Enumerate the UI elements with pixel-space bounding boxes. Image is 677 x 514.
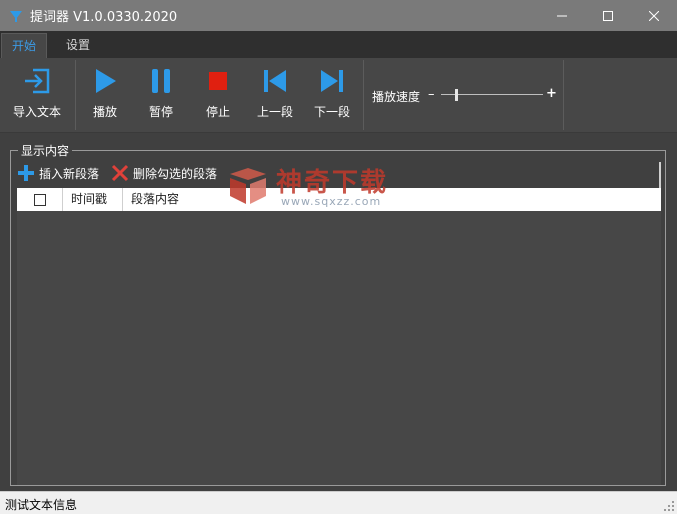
select-all-checkbox[interactable] xyxy=(33,193,46,206)
import-text-button[interactable]: 导入文本 xyxy=(8,58,66,130)
stop-button[interactable]: 停止 xyxy=(195,58,241,130)
toolbar: 导入文本 播放 暂停 停止 上一段 下一段 播放速度 – + xyxy=(0,58,677,133)
stop-label: 停止 xyxy=(205,105,230,119)
select-all-cell xyxy=(17,188,63,211)
pause-label: 暂停 xyxy=(148,105,173,119)
app-logo-icon xyxy=(10,10,22,22)
next-segment-button[interactable]: 下一段 xyxy=(309,58,355,130)
toolbar-divider xyxy=(563,60,564,130)
insert-paragraph-label: 插入新段落 xyxy=(39,166,100,181)
next-segment-label: 下一段 xyxy=(313,105,350,119)
maximize-icon xyxy=(603,10,613,21)
pause-icon xyxy=(152,69,170,93)
playback-speed-label: 播放速度 xyxy=(372,90,421,104)
column-header-timestamp[interactable]: 时间戳 xyxy=(63,188,123,211)
skip-previous-icon xyxy=(264,70,286,92)
close-icon xyxy=(649,10,659,21)
speed-decrease-button[interactable]: – xyxy=(428,87,435,102)
playback-speed-slider[interactable] xyxy=(441,89,543,101)
tab-settings[interactable]: 设置 xyxy=(56,33,100,58)
plus-icon xyxy=(18,165,34,181)
resize-grip-icon[interactable] xyxy=(664,501,674,511)
play-label: 播放 xyxy=(92,105,117,119)
status-bar: 测试文本信息 xyxy=(0,491,677,514)
close-button[interactable] xyxy=(631,0,677,31)
play-button[interactable]: 播放 xyxy=(82,58,128,130)
window-title: 提词器 V1.0.0330.2020 xyxy=(30,10,178,25)
minimize-icon xyxy=(557,15,567,16)
display-content-legend: 显示内容 xyxy=(18,142,73,159)
pause-button[interactable]: 暂停 xyxy=(138,58,184,130)
play-icon xyxy=(96,69,116,93)
previous-segment-button[interactable]: 上一段 xyxy=(252,58,298,130)
delete-checked-button[interactable]: 删除勾选的段落 xyxy=(111,162,217,184)
delete-checked-label: 删除勾选的段落 xyxy=(133,166,218,181)
stop-icon xyxy=(209,72,227,90)
speed-increase-button[interactable]: + xyxy=(546,86,557,101)
table-edge xyxy=(659,162,661,188)
window-controls xyxy=(539,0,677,31)
status-text: 测试文本信息 xyxy=(5,498,78,512)
x-icon xyxy=(111,164,129,182)
previous-segment-label: 上一段 xyxy=(256,105,293,119)
paragraph-table[interactable]: 时间戳 段落内容 xyxy=(17,188,661,485)
toolbar-divider xyxy=(363,60,364,130)
import-text-label: 导入文本 xyxy=(12,105,61,119)
tab-start[interactable]: 开始 xyxy=(1,33,48,58)
maximize-button[interactable] xyxy=(585,0,631,31)
import-icon xyxy=(25,68,50,94)
table-header: 时间戳 段落内容 xyxy=(17,188,661,211)
column-header-content[interactable]: 段落内容 xyxy=(123,188,223,211)
slider-thumb[interactable] xyxy=(455,89,458,101)
skip-next-icon xyxy=(321,70,343,92)
insert-paragraph-button[interactable]: 插入新段落 xyxy=(17,162,99,184)
minimize-button[interactable] xyxy=(539,0,585,31)
ribbon-tabs: 开始 设置 xyxy=(0,31,677,58)
toolbar-divider xyxy=(75,60,76,130)
title-bar: 提词器 V1.0.0330.2020 xyxy=(0,0,677,31)
